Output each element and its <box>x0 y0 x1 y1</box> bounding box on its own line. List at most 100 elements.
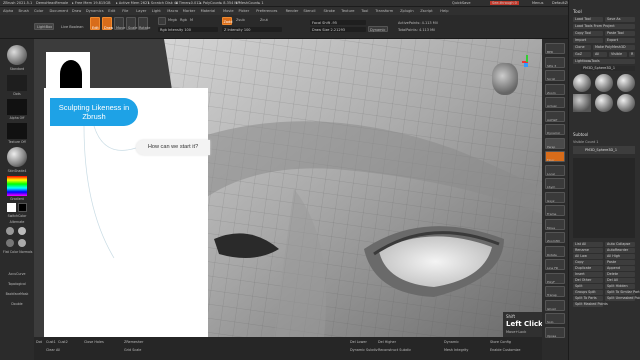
accucurve-button[interactable]: AccuCurve <box>3 272 31 276</box>
append-button[interactable]: Append <box>605 266 635 271</box>
zsub-button[interactable]: Zsub <box>236 18 245 22</box>
menu-item-color[interactable]: Color <box>34 9 43 13</box>
del-other-button[interactable]: Del Other <box>573 278 603 283</box>
topological-button[interactable]: Topological <box>3 282 31 286</box>
shelf-button-scroll[interactable]: Scroll <box>545 70 565 81</box>
zadd-button[interactable]: Zadd <box>222 17 233 25</box>
menu-item-help[interactable]: Help <box>440 9 448 13</box>
live-boolean-tab[interactable]: Live Boolean <box>58 23 84 30</box>
menu-item-tool[interactable]: Tool <box>361 9 368 13</box>
menu-item-layer[interactable]: Layer <box>136 9 146 13</box>
goz-button[interactable]: GoZ <box>573 52 591 57</box>
store-config-button[interactable]: Store Config <box>490 340 511 344</box>
split-to-parts-button[interactable]: Split To Parts <box>573 296 603 301</box>
render-option-icon[interactable] <box>6 227 14 235</box>
secondary-color-swatch[interactable] <box>18 203 27 212</box>
menu-item-render[interactable]: Render <box>286 9 299 13</box>
edit-mode-button[interactable]: Edit <box>90 17 100 30</box>
navigation-head-icon[interactable] <box>492 63 518 95</box>
double-button[interactable]: Double <box>3 302 31 306</box>
shelf-button-floor[interactable]: Floor <box>545 151 565 162</box>
render-option-icon[interactable] <box>18 227 26 235</box>
load-tools-from-project-button[interactable]: Load Tools From Project <box>573 24 635 29</box>
menu-item-movie[interactable]: Movie <box>223 9 234 13</box>
main-color-swatch[interactable] <box>7 203 16 212</box>
menu-item-preferences[interactable]: Preferences <box>256 9 277 13</box>
shelf-button-local[interactable]: Local <box>545 164 565 176</box>
shelf-button-xpose[interactable]: Xpose <box>545 326 565 338</box>
dynamic-subdiv-button[interactable]: Dynamic Subdiv <box>350 348 378 352</box>
menus-button[interactable]: Menus <box>532 1 543 5</box>
menu-item-stencil[interactable]: Stencil <box>303 9 315 13</box>
save-as-button[interactable]: Save As <box>605 17 635 22</box>
grid-scale-slider[interactable]: Grid Scale <box>124 348 141 352</box>
menu-item-texture[interactable]: Texture <box>341 9 354 13</box>
rename-button[interactable]: Rename <box>573 248 603 253</box>
shelf-button-zoom[interactable]: Zoom <box>545 83 565 95</box>
split-masked-points-button[interactable]: Split Masked Points <box>573 302 608 307</box>
cust2-button[interactable]: Cust2 <box>58 340 68 344</box>
texture-thumbnail[interactable] <box>7 123 27 139</box>
menu-item-zplugin[interactable]: Zplugin <box>400 9 414 13</box>
render-option-icon[interactable] <box>6 239 14 247</box>
menu-item-light[interactable]: Light <box>152 9 161 13</box>
shelf-button-rotate[interactable]: Rotate <box>545 245 565 257</box>
tool-thumbnail[interactable] <box>595 94 613 112</box>
tool-thumbnail[interactable] <box>573 74 591 92</box>
delete-button[interactable]: Delete <box>605 272 635 277</box>
material-thumbnail[interactable] <box>7 147 27 167</box>
list-all-button[interactable]: List All <box>573 242 603 247</box>
shelf-button-actual[interactable]: Actual <box>545 97 565 108</box>
mesh-integrity-button[interactable]: Mesh Integrity <box>444 348 468 352</box>
menu-item-material[interactable]: Material <box>201 9 216 13</box>
autoreorder-button[interactable]: AutoReorder <box>605 248 635 253</box>
del-lower-button[interactable]: Del Lower <box>350 340 367 344</box>
menu-item-draw[interactable]: Draw <box>72 9 81 13</box>
all-high-button[interactable]: All High <box>605 254 635 259</box>
menu-item-brush[interactable]: Brush <box>19 9 29 13</box>
draw-mode-button[interactable]: Draw <box>102 17 113 30</box>
shelf-button-solo[interactable]: Solo <box>545 313 565 324</box>
split-button[interactable]: Split <box>573 284 603 289</box>
menu-item-dynamics[interactable]: Dynamics <box>86 9 104 13</box>
menu-item-picker[interactable]: Picker <box>239 9 250 13</box>
shelf-button-zoom3d[interactable]: Zoom3D <box>545 232 565 243</box>
subtool-item[interactable]: PM3D_Sphere3D_1 <box>573 146 635 154</box>
lightbox-tab[interactable]: LightBox <box>34 23 54 30</box>
auto-collapse-button[interactable]: Auto Collapse <box>605 242 635 247</box>
focal-shift-slider[interactable]: Focal Shift -95 <box>310 20 366 25</box>
tool-thumbnail[interactable] <box>617 74 635 92</box>
dot-button[interactable]: Dot <box>36 340 42 344</box>
rgb-intensity-slider[interactable]: Rgb Intensity 100 <box>158 27 218 32</box>
zremesher-button[interactable]: ZRemesher <box>124 340 143 344</box>
draw-size-slider[interactable]: Draw Size 2.21293 <box>310 27 366 32</box>
clear-all-button[interactable]: Clear All <box>46 348 60 352</box>
menu-item-transform[interactable]: Transform <box>375 9 393 13</box>
visible-button[interactable]: Visible <box>609 52 627 57</box>
menu-item-edit[interactable]: Edit <box>108 9 115 13</box>
groups-split-button[interactable]: Groups Split <box>573 290 603 295</box>
mrgb-button[interactable] <box>158 17 166 25</box>
color-picker[interactable] <box>7 176 27 196</box>
zcut-button[interactable]: Zcut <box>260 18 268 22</box>
tool-thumbnail[interactable] <box>617 94 635 112</box>
shelf-button-move[interactable]: Move <box>545 218 565 230</box>
shelf-button-line-fill[interactable]: Line Fill <box>545 259 565 270</box>
shelf-button-dynamic[interactable]: Dynamic <box>545 124 565 135</box>
brush-thumbnail[interactable] <box>7 45 27 65</box>
menu-item-document[interactable]: Document <box>50 9 69 13</box>
copy-button[interactable]: Copy <box>573 260 603 265</box>
load-tool-button[interactable]: Load Tool <box>573 17 603 22</box>
import-button[interactable]: Import <box>573 38 603 43</box>
menu-item-macro[interactable]: Macro <box>167 9 178 13</box>
see-through-slider[interactable]: See-through 0 <box>490 1 519 5</box>
all-low-button[interactable]: All Low <box>573 254 603 259</box>
quicksave-button[interactable]: QuickSave <box>452 1 471 5</box>
enable-customize-button[interactable]: Enable Customize <box>490 348 520 352</box>
dynamic-button[interactable]: Dynamic <box>368 26 388 32</box>
r-button[interactable]: R <box>629 52 635 57</box>
copy-tool-button[interactable]: Copy Tool <box>573 31 603 36</box>
del-all-button[interactable]: Del All <box>605 278 635 283</box>
menu-item-marker[interactable]: Marker <box>183 9 195 13</box>
all-button[interactable]: All <box>593 52 607 57</box>
